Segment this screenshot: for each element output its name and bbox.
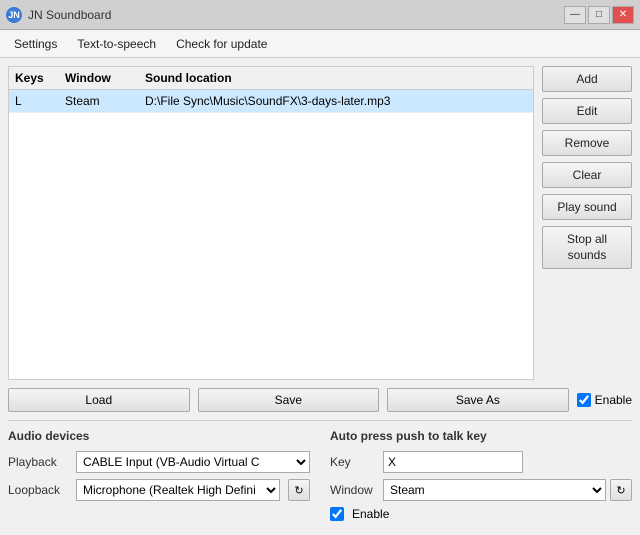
load-button[interactable]: Load	[8, 388, 190, 412]
auto-press-title: Auto press push to talk key	[330, 429, 632, 443]
enable-checkbox[interactable]	[577, 393, 591, 407]
table-row[interactable]: L Steam D:\File Sync\Music\SoundFX\3-day…	[9, 90, 533, 113]
key-row: Key	[330, 451, 632, 473]
auto-enable-row: Enable	[330, 507, 632, 521]
auto-window-label: Window	[330, 483, 375, 497]
enable-row: Enable	[577, 393, 632, 407]
app-icon: JN	[6, 7, 22, 23]
title-bar-left: JN JN Soundboard	[6, 7, 111, 23]
title-controls: — □ ✕	[564, 6, 634, 24]
loopback-refresh-button[interactable]: ↻	[288, 479, 310, 501]
menu-text-to-speech[interactable]: Text-to-speech	[67, 33, 166, 55]
auto-window-refresh-button[interactable]: ↻	[610, 479, 632, 501]
title-bar: JN JN Soundboard — □ ✕	[0, 0, 640, 30]
row-location: D:\File Sync\Music\SoundFX\3-days-later.…	[143, 93, 529, 109]
main-content: Keys Window Sound location L Steam D:\Fi…	[0, 58, 640, 388]
loopback-select[interactable]: Microphone (Realtek High Defini Default …	[76, 479, 280, 501]
menu-settings[interactable]: Settings	[4, 33, 67, 55]
key-label: Key	[330, 455, 375, 469]
auto-press-enable-checkbox[interactable]	[330, 507, 344, 521]
maximize-button[interactable]: □	[588, 6, 610, 24]
minimize-button[interactable]: —	[564, 6, 586, 24]
playback-select[interactable]: CABLE Input (VB-Audio Virtual C Default …	[76, 451, 310, 473]
audio-devices-panel: Audio devices Playback CABLE Input (VB-A…	[8, 429, 310, 527]
bottom-buttons: Load Save Save As Enable	[0, 388, 640, 420]
col-keys: Keys	[13, 70, 63, 86]
clear-button[interactable]: Clear	[542, 162, 632, 188]
add-button[interactable]: Add	[542, 66, 632, 92]
menu-bar: Settings Text-to-speech Check for update	[0, 30, 640, 58]
stop-all-sounds-button[interactable]: Stop all sounds	[542, 226, 632, 269]
remove-button[interactable]: Remove	[542, 130, 632, 156]
enable-label: Enable	[595, 393, 632, 407]
row-window: Steam	[63, 93, 143, 109]
playback-label: Playback	[8, 455, 68, 469]
button-panel: Add Edit Remove Clear Play sound Stop al…	[542, 66, 632, 380]
table-header: Keys Window Sound location	[9, 67, 533, 90]
close-button[interactable]: ✕	[612, 6, 634, 24]
window-title: JN Soundboard	[28, 8, 111, 22]
playback-row: Playback CABLE Input (VB-Audio Virtual C…	[8, 451, 310, 473]
col-window: Window	[63, 70, 143, 86]
auto-window-select[interactable]: Steam Discord TeamSpeak	[383, 479, 606, 501]
auto-press-enable-label: Enable	[352, 507, 389, 521]
save-as-button[interactable]: Save As	[387, 388, 569, 412]
sound-table: Keys Window Sound location L Steam D:\Fi…	[8, 66, 534, 380]
audio-section: Audio devices Playback CABLE Input (VB-A…	[0, 421, 640, 535]
auto-press-panel: Auto press push to talk key Key Window S…	[330, 429, 632, 527]
save-button[interactable]: Save	[198, 388, 380, 412]
col-location: Sound location	[143, 70, 529, 86]
edit-button[interactable]: Edit	[542, 98, 632, 124]
key-input[interactable]	[383, 451, 523, 473]
loopback-label: Loopback	[8, 483, 68, 497]
auto-window-row: Window Steam Discord TeamSpeak ↻	[330, 479, 632, 501]
play-sound-button[interactable]: Play sound	[542, 194, 632, 220]
row-key: L	[13, 93, 63, 109]
menu-check-for-update[interactable]: Check for update	[166, 33, 277, 55]
loopback-row: Loopback Microphone (Realtek High Defini…	[8, 479, 310, 501]
audio-devices-title: Audio devices	[8, 429, 310, 443]
